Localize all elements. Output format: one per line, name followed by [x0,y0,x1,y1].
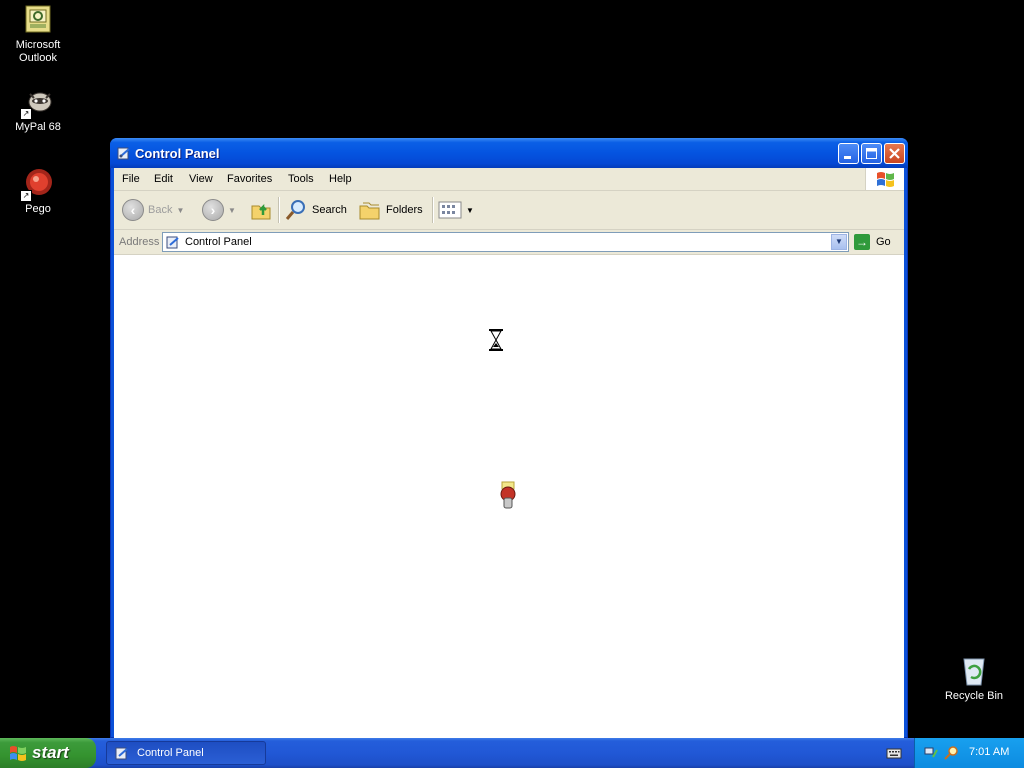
content-pane[interactable] [114,255,904,738]
maximize-icon [862,144,881,163]
go-arrow-icon: → [854,234,870,250]
go-label: Go [876,236,891,248]
taskbar: start Control Panel 7:01 AM [0,738,1024,768]
window-titlebar[interactable]: Control Panel [110,138,908,168]
start-button[interactable]: start [0,738,96,768]
back-arrow-icon: ‹ [122,199,144,221]
views-button[interactable]: ▼ [438,197,474,223]
control-panel-icon [115,747,128,760]
views-dropdown-icon[interactable]: ▼ [466,206,474,215]
menu-edit[interactable]: Edit [154,173,173,185]
desktop-icon-recycle-bin[interactable]: Recycle Bin [936,655,1012,703]
forward-dropdown-icon[interactable]: ▼ [228,206,236,215]
window-title: Control Panel [135,146,220,161]
menu-help[interactable]: Help [329,173,352,185]
back-dropdown-icon[interactable]: ▼ [176,206,184,215]
folders-button[interactable]: Folders [358,197,423,223]
outlook-icon [22,4,54,36]
forward-arrow-icon: › [202,199,224,221]
taskbar-button-control-panel[interactable]: Control Panel [106,741,266,765]
windows-logo-icon [10,746,26,761]
recycle-bin-icon [958,655,990,687]
desktop-icon-outlook[interactable]: Microsoft Outlook [0,4,76,65]
search-button[interactable]: Search [284,197,347,223]
mypal-icon: ↗ [20,86,54,120]
forward-button[interactable]: › ▼ [202,197,236,223]
address-dropdown-icon[interactable]: ▼ [831,234,847,250]
clock: 7:01 AM [969,746,1010,758]
shortcut-arrow-icon: ↗ [20,108,32,120]
desktop-icon-label: Microsoft Outlook [15,39,61,64]
folders-icon [359,202,380,220]
pego-icon: ↗ [20,168,54,202]
system-tray: 7:01 AM [914,738,1024,768]
start-label: start [32,743,69,762]
up-folder-button[interactable] [250,197,272,223]
menu-favorites[interactable]: Favorites [227,173,272,185]
control-panel-window: Control Panel File Edit View Favorites T… [110,138,908,738]
minimize-button[interactable] [838,143,859,164]
up-folder-icon [251,203,271,220]
go-button[interactable]: → Go [854,233,891,251]
close-button[interactable] [884,143,905,164]
windows-logo-icon [865,168,904,190]
hourglass-cursor-icon [489,329,503,351]
network-icon[interactable] [923,745,939,761]
search-icon [285,200,305,220]
busy-app-icon [500,481,516,509]
address-bar: Address Control Panel ▼ → Go [114,230,904,255]
toolbar-separator [278,197,280,223]
desktop-icon-label: Recycle Bin [944,690,1004,702]
desktop-icon-label: Pego [25,203,51,215]
views-icon [438,201,462,219]
control-panel-icon [117,147,130,160]
window-client: File Edit View Favorites Tools Help ‹ Ba… [114,168,904,738]
address-input[interactable]: Control Panel ▼ [162,232,849,252]
back-button[interactable]: ‹ Back ▼ [122,197,184,223]
keyboard-icon[interactable] [886,746,902,760]
maximize-button[interactable] [861,143,882,164]
menu-file[interactable]: File [122,173,140,185]
back-label: Back [148,204,173,216]
folders-label: Folders [386,204,423,216]
address-value: Control Panel [185,236,252,248]
desktop-icon-mypal[interactable]: ↗ MyPal 68 [0,86,76,134]
menu-tools[interactable]: Tools [288,173,314,185]
desktop-icon-label: MyPal 68 [15,121,61,133]
menu-bar: File Edit View Favorites Tools Help [114,168,904,191]
toolbar: ‹ Back ▼ › ▼ Search Folders ▼ [114,191,904,230]
minimize-icon [839,144,858,163]
close-icon [885,144,904,163]
desktop-icon-pego[interactable]: ↗ Pego [0,168,76,216]
shortcut-arrow-icon: ↗ [20,190,32,202]
taskbar-button-label: Control Panel [137,747,204,759]
menu-view[interactable]: View [189,173,213,185]
search-label: Search [312,204,347,216]
toolbar-separator [432,197,434,223]
search-icon[interactable] [943,745,959,761]
address-label: Address [119,236,160,248]
control-panel-icon [166,236,179,249]
